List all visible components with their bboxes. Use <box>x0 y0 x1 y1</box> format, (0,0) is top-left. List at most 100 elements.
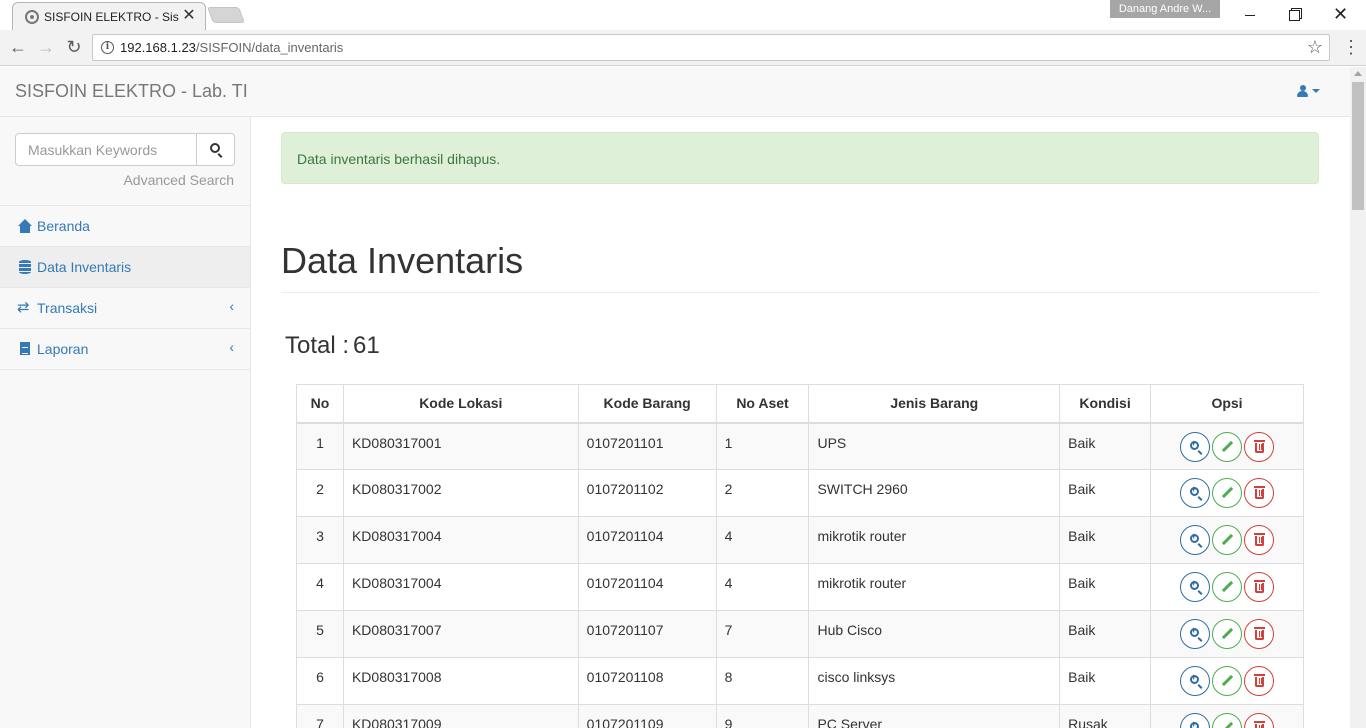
cell-kode-barang: 0107201104 <box>577 516 717 564</box>
col-header-kode-barang[interactable]: Kode Barang <box>577 384 717 424</box>
trash-icon <box>1254 439 1266 453</box>
window-close-button[interactable]: ✕ <box>1318 0 1363 28</box>
cell-no-aset: 9 <box>715 704 810 728</box>
view-detail-button[interactable] <box>1180 525 1211 555</box>
cell-opsi <box>1150 516 1304 564</box>
tab-title: SISFOIN ELEKTRO - Sistem Informasi Inven… <box>44 10 179 24</box>
scroll-up-arrow-icon[interactable] <box>1354 71 1362 76</box>
table-row: 7 KD080317009 0107201109 9 PC Server Rusak <box>296 704 1304 728</box>
cell-no: 6 <box>296 657 344 705</box>
search-button[interactable] <box>196 133 235 166</box>
delete-button[interactable] <box>1244 666 1275 696</box>
sidebar: Advanced Search Beranda Data Inventaris … <box>0 117 251 728</box>
sidebar-search <box>15 133 235 166</box>
reload-button[interactable]: ↻ <box>62 36 86 60</box>
delete-button[interactable] <box>1244 525 1275 555</box>
cell-kode-barang: 0107201104 <box>577 563 717 611</box>
page-title: Data Inventaris <box>281 240 524 281</box>
sidebar-item-transaksi[interactable]: Transaksi ‹ <box>0 288 250 329</box>
edit-button[interactable] <box>1212 619 1243 649</box>
delete-button[interactable] <box>1244 431 1275 462</box>
app-brand[interactable]: SISFOIN ELEKTRO - Lab. TI <box>15 81 248 102</box>
zoom-in-icon <box>1190 484 1200 496</box>
cell-kode-barang: 0107201102 <box>577 469 717 517</box>
cell-opsi <box>1150 469 1304 517</box>
cell-kondisi: Baik <box>1059 516 1152 564</box>
zoom-in-icon <box>1190 531 1200 543</box>
browser-titlebar: SISFOIN ELEKTRO - Sistem Informasi Inven… <box>0 0 1366 30</box>
cell-kondisi: Baik <box>1059 563 1152 611</box>
minimize-button[interactable] <box>1227 0 1272 28</box>
view-detail-button[interactable] <box>1180 619 1211 649</box>
sidebar-item-label: Data Inventaris <box>37 259 132 275</box>
delete-button[interactable] <box>1244 713 1275 728</box>
user-menu-toggle[interactable] <box>1297 82 1320 98</box>
col-header-no-aset[interactable]: No Aset <box>715 384 810 424</box>
view-detail-button[interactable] <box>1180 666 1211 696</box>
pencil-icon <box>1221 627 1234 640</box>
pencil-icon <box>1221 580 1234 593</box>
cell-opsi <box>1150 704 1304 728</box>
zoom-in-icon <box>1190 438 1200 450</box>
edit-button[interactable] <box>1212 431 1243 462</box>
bookmark-star-icon[interactable]: ☆ <box>1307 37 1323 58</box>
forward-button[interactable]: → <box>34 36 58 60</box>
pencil-icon <box>1221 440 1234 452</box>
edit-button[interactable] <box>1212 572 1243 602</box>
maximize-button[interactable] <box>1272 0 1317 28</box>
search-icon <box>210 143 220 153</box>
user-icon <box>1297 85 1308 98</box>
cell-kondisi: Baik <box>1059 657 1152 705</box>
search-input[interactable] <box>15 133 197 166</box>
advanced-search-link[interactable]: Advanced Search <box>123 172 234 188</box>
new-tab-button[interactable] <box>207 7 245 23</box>
view-detail-button[interactable] <box>1180 572 1211 602</box>
delete-button[interactable] <box>1244 619 1275 649</box>
exchange-icon <box>17 298 32 316</box>
url-path: /SISFOIN/data_inventaris <box>195 40 344 55</box>
cell-opsi <box>1150 422 1304 470</box>
browser-tab[interactable]: SISFOIN ELEKTRO - Sistem Informasi Inven… <box>12 2 206 30</box>
col-header-jenis-barang[interactable]: Jenis Barang <box>808 384 1061 424</box>
col-header-kondisi[interactable]: Kondisi <box>1059 384 1152 424</box>
table-row: 1 KD080317001 0107201101 1 UPS Baik <box>296 422 1304 470</box>
cell-no-aset: 4 <box>715 516 810 564</box>
back-button[interactable]: ← <box>6 36 30 60</box>
pencil-icon <box>1221 674 1234 687</box>
cell-kondisi: Baik <box>1059 422 1152 470</box>
edit-button[interactable] <box>1212 478 1243 508</box>
trash-icon <box>1254 580 1266 593</box>
edit-button[interactable] <box>1212 525 1243 555</box>
cell-kode-lokasi: KD080317004 <box>342 563 579 611</box>
edit-button[interactable] <box>1212 666 1243 696</box>
scrollbar-thumb[interactable] <box>1352 82 1364 210</box>
browser-menu-icon[interactable]: ⋮ <box>1342 37 1360 57</box>
table-row: 5 KD080317007 0107201107 7 Hub Cisco Baik <box>296 610 1304 658</box>
col-header-kode-lokasi[interactable]: Kode Lokasi <box>342 384 579 424</box>
cell-opsi <box>1150 563 1304 611</box>
edit-button[interactable] <box>1212 713 1243 728</box>
sidebar-item-data-inventaris[interactable]: Data Inventaris <box>0 247 250 288</box>
zoom-in-icon <box>1190 625 1200 637</box>
favicon-icon <box>25 10 39 24</box>
view-detail-button[interactable] <box>1180 478 1211 508</box>
file-icon <box>18 342 32 356</box>
col-header-no[interactable]: No <box>296 384 344 424</box>
delete-button[interactable] <box>1244 478 1275 508</box>
zoom-in-icon <box>1190 672 1200 684</box>
info-icon[interactable]: i <box>101 41 114 54</box>
sidebar-item-beranda[interactable]: Beranda <box>0 206 250 247</box>
page-scrollbar[interactable] <box>1350 67 1366 728</box>
delete-button[interactable] <box>1244 572 1275 602</box>
cell-jenis-barang: SWITCH 2960 <box>808 469 1061 517</box>
table-row: 6 KD080317008 0107201108 8 cisco linksys Baik <box>296 657 1304 705</box>
address-bar[interactable]: i 192.168.1.23/SISFOIN/data_inventaris ☆ <box>92 34 1330 61</box>
view-detail-button[interactable] <box>1180 713 1211 728</box>
tab-close-icon[interactable]: ✕ <box>181 7 197 25</box>
sidebar-item-laporan[interactable]: Laporan ‹ <box>0 329 250 370</box>
cell-kode-barang: 0107201101 <box>577 422 717 470</box>
profile-badge[interactable]: Danang Andre W... <box>1110 0 1220 18</box>
main-content: Data inventaris berhasil dihapus. Data I… <box>251 117 1350 728</box>
view-detail-button[interactable] <box>1180 431 1211 462</box>
cell-no: 3 <box>296 516 344 564</box>
